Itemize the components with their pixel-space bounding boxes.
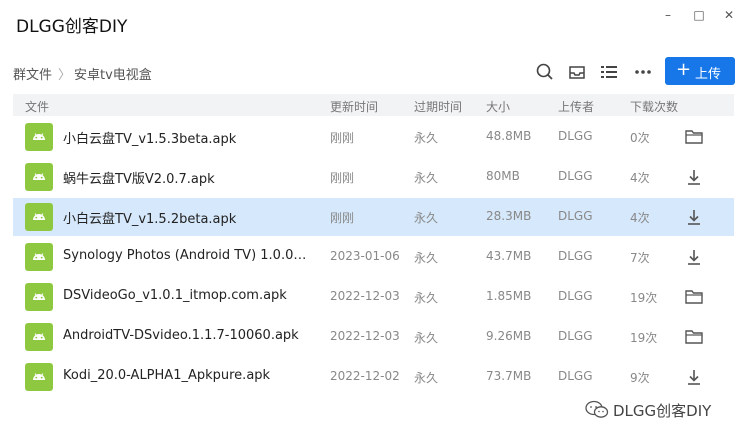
header-downloads[interactable]: 下载次数 <box>630 98 678 115</box>
download-count: 4次 <box>630 171 650 185</box>
table-row[interactable]: Kodi_20.0-ALPHA1_Apkpure.apk 2022-12-02 … <box>13 358 734 396</box>
uploader: DLGG <box>558 369 593 383</box>
watermark-text: DLGG创客DIY <box>613 402 712 420</box>
breadcrumb-root[interactable]: 群文件 <box>13 64 52 83</box>
download-icon[interactable] <box>684 247 704 267</box>
file-size: 9.26MB <box>486 329 532 343</box>
minimize-button[interactable]: – <box>659 6 677 24</box>
download-count: 19次 <box>630 291 658 305</box>
expire-time: 永久 <box>414 291 439 305</box>
uploader: DLGG <box>558 209 593 223</box>
file-size: 48.8MB <box>486 129 532 143</box>
expire-time: 永久 <box>414 211 439 225</box>
table-row[interactable]: DSVideoGo_v1.0.1_itmop.com.apk 2022-12-0… <box>13 278 734 316</box>
updated-time: 2022-12-03 <box>330 329 400 343</box>
uploader: DLGG <box>558 169 593 183</box>
header-uploader[interactable]: 上传者 <box>558 98 594 115</box>
expire-time: 永久 <box>414 251 439 265</box>
android-apk-icon <box>25 243 53 271</box>
wechat-icon <box>585 400 609 424</box>
download-icon[interactable] <box>684 207 704 227</box>
file-name[interactable]: 蜗牛云盘TV版V2.0.7.apk <box>63 168 308 187</box>
uploader: DLGG <box>558 129 593 143</box>
download-count: 4次 <box>630 211 650 225</box>
download-count: 19次 <box>630 331 658 345</box>
plus-icon: + <box>676 59 692 80</box>
updated-time: 2022-12-02 <box>330 369 400 383</box>
android-apk-icon <box>25 323 53 351</box>
folder-icon[interactable] <box>684 327 704 347</box>
header-updated[interactable]: 更新时间 <box>330 98 378 115</box>
close-button[interactable]: ✕ <box>720 6 738 24</box>
breadcrumb-current: 安卓tv电视盒 <box>74 68 152 83</box>
upload-button[interactable]: + 上传 <box>665 57 735 85</box>
updated-time: 2023-01-06 <box>330 249 400 263</box>
table-row[interactable]: 小白云盘TV_v1.5.3beta.apk 刚刚 永久 48.8MB DLGG … <box>13 118 734 156</box>
android-apk-icon <box>25 363 53 391</box>
updated-time: 刚刚 <box>330 211 355 225</box>
list-view-icon[interactable] <box>599 62 619 82</box>
file-name[interactable]: DSVideoGo_v1.0.1_itmop.com.apk <box>63 288 308 303</box>
folder-icon[interactable] <box>684 287 704 307</box>
toolbar: 群文件 〉 安卓tv电视盒 <box>0 52 746 92</box>
expire-time: 永久 <box>414 131 439 145</box>
file-size: 43.7MB <box>486 249 532 263</box>
upload-label: 上传 <box>695 67 722 82</box>
download-count: 9次 <box>630 371 650 385</box>
file-size: 80MB <box>486 169 520 183</box>
android-apk-icon <box>25 203 53 231</box>
file-name[interactable]: 小白云盘TV_v1.5.3beta.apk <box>63 128 308 147</box>
download-count: 7次 <box>630 251 650 265</box>
file-name[interactable]: Kodi_20.0-ALPHA1_Apkpure.apk <box>63 368 308 383</box>
expire-time: 永久 <box>414 371 439 385</box>
maximize-button[interactable]: □ <box>690 6 708 24</box>
table-row[interactable]: 蜗牛云盘TV版V2.0.7.apk 刚刚 永久 80MB DLGG 4次 <box>13 158 734 196</box>
uploader: DLGG <box>558 249 593 263</box>
updated-time: 2022-12-03 <box>330 289 400 303</box>
updated-time: 刚刚 <box>330 131 355 145</box>
download-icon[interactable] <box>684 367 704 387</box>
file-size: 28.3MB <box>486 209 532 223</box>
file-size: 1.85MB <box>486 289 532 303</box>
table-row[interactable]: Synology Photos (Android TV) 1.0.0-100..… <box>13 238 734 276</box>
more-icon[interactable] <box>633 62 653 82</box>
inbox-icon[interactable] <box>567 62 587 82</box>
table-row[interactable]: 小白云盘TV_v1.5.2beta.apk 刚刚 永久 28.3MB DLGG … <box>13 198 734 236</box>
table-row[interactable]: AndroidTV-DSvideo.1.1.7-10060.apk 2022-1… <box>13 318 734 356</box>
updated-time: 刚刚 <box>330 171 355 185</box>
download-count: 0次 <box>630 131 650 145</box>
header-size[interactable]: 大小 <box>486 98 510 115</box>
search-icon[interactable] <box>535 62 555 82</box>
header-expires[interactable]: 过期时间 <box>414 98 462 115</box>
header-file[interactable]: 文件 <box>25 98 49 115</box>
file-name[interactable]: AndroidTV-DSvideo.1.1.7-10060.apk <box>63 328 308 343</box>
uploader: DLGG <box>558 329 593 343</box>
expire-time: 永久 <box>414 171 439 185</box>
expire-time: 永久 <box>414 331 439 345</box>
file-name[interactable]: 小白云盘TV_v1.5.2beta.apk <box>63 208 308 227</box>
file-size: 73.7MB <box>486 369 532 383</box>
android-apk-icon <box>25 163 53 191</box>
table-header: 文件 更新时间 过期时间 大小 上传者 下载次数 <box>13 94 734 116</box>
download-icon[interactable] <box>684 167 704 187</box>
breadcrumb-separator: 〉 <box>58 68 72 83</box>
android-apk-icon <box>25 123 53 151</box>
window-title: DLGG创客DIY <box>16 17 128 37</box>
title-bar: DLGG创客DIY – □ ✕ <box>0 0 746 50</box>
folder-icon[interactable] <box>684 127 704 147</box>
android-apk-icon <box>25 283 53 311</box>
uploader: DLGG <box>558 289 593 303</box>
file-name[interactable]: Synology Photos (Android TV) 1.0.0-100..… <box>63 248 308 263</box>
